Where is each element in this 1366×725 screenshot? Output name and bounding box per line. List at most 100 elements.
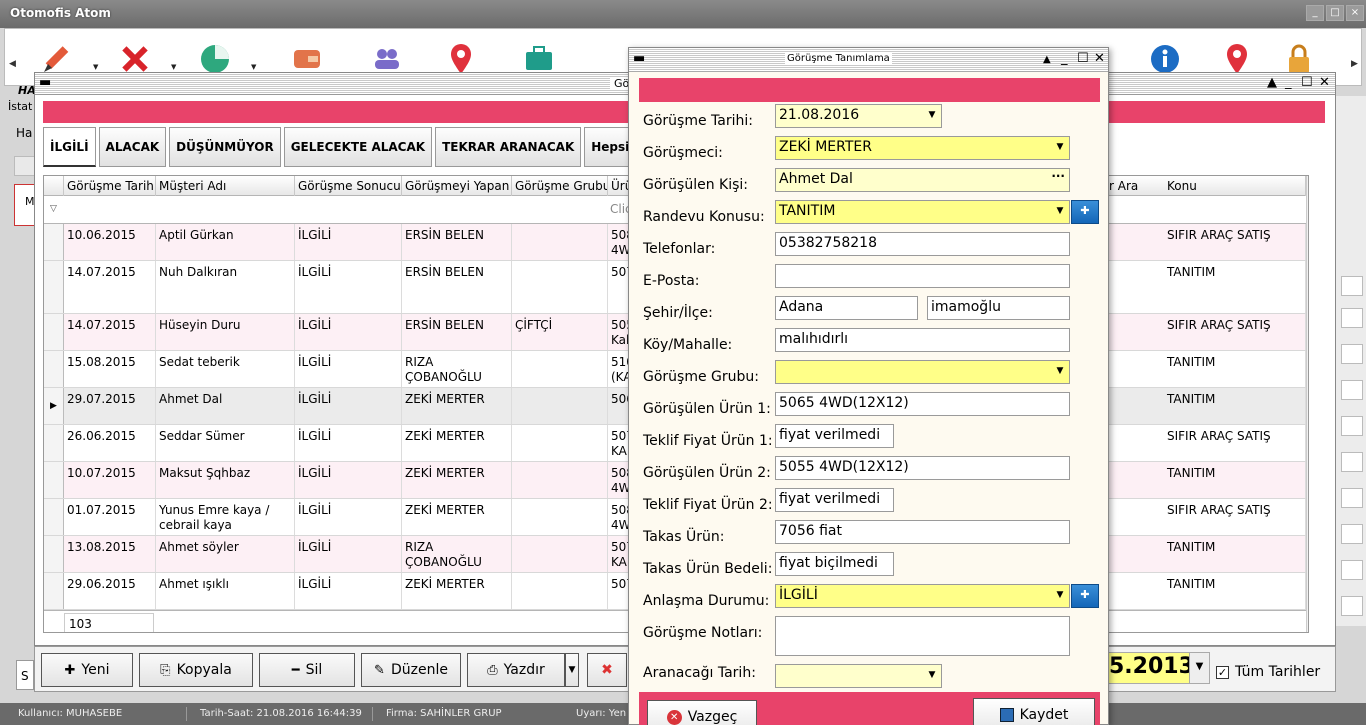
appointment-topic-select[interactable]: TANITIM ▼ — [775, 200, 1070, 224]
offer2-input[interactable]: fiyat verilmedi — [775, 488, 894, 512]
interview-date-field[interactable]: 21.08.2016 ▼ — [775, 104, 942, 128]
chevron-down-icon[interactable]: ▼ — [93, 63, 98, 71]
chevron-down-icon[interactable]: ▼ — [1051, 585, 1069, 607]
district-input[interactable]: imamoğlu — [927, 296, 1070, 320]
row-indicator[interactable] — [44, 261, 64, 313]
behind-right-box — [1341, 524, 1363, 544]
cancel-button[interactable]: ✕ Vazgeç — [647, 700, 757, 725]
status-datetime: Tarih-Saat: 21.08.2016 16:44:39 — [200, 708, 362, 719]
chevron-down-icon[interactable]: ▼ — [171, 63, 176, 71]
current-row-indicator-icon[interactable]: ▶ — [44, 388, 64, 424]
row-indicator[interactable] — [44, 425, 64, 461]
row-indicator[interactable] — [44, 499, 64, 535]
close-icon[interactable]: ✕ — [1319, 75, 1330, 90]
cell-customer: Maksut Şqhbaz — [156, 462, 295, 498]
column-header[interactable]: Görüşme Tarih — [64, 176, 156, 196]
chevron-down-icon[interactable]: ▼ — [1189, 653, 1209, 683]
dialog-button-bar: ✕ Vazgeç Kaydet — [639, 692, 1100, 725]
collapse-icon[interactable]: ▲ — [1043, 54, 1051, 65]
row-indicator[interactable] — [44, 536, 64, 572]
print-button-label: Yazdır — [503, 662, 545, 678]
close-action-button[interactable]: ✖ — [587, 653, 627, 687]
column-header[interactable]: r Ara — [1106, 176, 1164, 196]
chevron-down-icon[interactable]: ▼ — [1051, 361, 1069, 383]
column-header[interactable]: Görüşmeyi Yapan — [402, 176, 512, 196]
column-header[interactable]: Müşteri Adı — [156, 176, 295, 196]
maximize-icon[interactable]: ☐ — [1301, 75, 1313, 90]
column-header[interactable]: Görüşme Grubu — [512, 176, 608, 196]
chevron-down-icon[interactable]: ▼ — [923, 665, 941, 687]
person-field[interactable]: Ahmet Dal ··· — [775, 168, 1070, 192]
edit-button-label: Düzenle — [390, 662, 448, 678]
chevron-down-icon[interactable]: ▼ — [923, 105, 941, 127]
new-button[interactable]: ✚ Yeni — [41, 653, 133, 687]
column-header[interactable]: Konu — [1164, 176, 1306, 196]
date-filter-field[interactable]: 5.2013 ▼ — [1104, 652, 1210, 684]
behind-sub-label[interactable]: Ha — [16, 126, 32, 140]
ellipsis-icon[interactable]: ··· — [1051, 169, 1065, 183]
tab-alacak[interactable]: ALACAK — [98, 127, 167, 167]
product2-input[interactable]: 5055 4WD(12X12) — [775, 456, 1070, 480]
behind-right-box — [1341, 380, 1363, 400]
row-indicator[interactable] — [44, 351, 64, 387]
deal-status-select[interactable]: İLGİLİ ▼ — [775, 584, 1070, 608]
village-input[interactable]: malıhıdırlı — [775, 328, 1070, 352]
row-indicator[interactable] — [44, 462, 64, 498]
window-menu-icon[interactable]: ▬ — [39, 75, 51, 90]
ribbon-left-arrow-icon[interactable]: ◀ — [9, 59, 16, 69]
table-vertical-scrollbar[interactable]: ▲ ▼ — [1306, 176, 1308, 632]
cell-result: İLGİLİ — [295, 462, 402, 498]
minimize-button[interactable]: _ — [1306, 5, 1324, 21]
minimize-icon[interactable]: _ — [1285, 75, 1292, 90]
recall-date-field[interactable]: ▼ — [775, 664, 942, 688]
ribbon-right-arrow-icon[interactable]: ▶ — [1351, 59, 1358, 69]
chevron-down-icon[interactable]: ▼ — [1051, 137, 1069, 159]
maximize-icon[interactable]: ☐ — [1077, 51, 1089, 66]
copy-button[interactable]: ⎘ Kopyala — [139, 653, 253, 687]
interview-group-select[interactable]: ▼ — [775, 360, 1070, 384]
save-button[interactable]: Kaydet — [973, 698, 1095, 725]
filter-icon[interactable]: ▽ — [50, 204, 57, 214]
tab-ilgili[interactable]: İLGİLİ — [43, 127, 96, 167]
delete-button[interactable]: ━ Sil — [259, 653, 355, 687]
chevron-down-icon[interactable]: ▼ — [251, 63, 256, 71]
cell-by: ZEKİ MERTER — [402, 573, 512, 609]
all-dates-checkbox[interactable]: ✓ Tüm Tarihler — [1216, 664, 1320, 680]
close-icon[interactable]: ✕ — [1094, 51, 1105, 66]
collapse-icon[interactable]: ▲ — [1267, 75, 1277, 90]
behind-left-field[interactable]: S — [16, 660, 34, 690]
trade-value-input[interactable]: fiyat biçilmedi — [775, 552, 894, 576]
row-indicator[interactable] — [44, 314, 64, 350]
trade-input[interactable]: 7056 fiat — [775, 520, 1070, 544]
notes-textarea[interactable] — [775, 616, 1070, 656]
interviewer-select[interactable]: ZEKİ MERTER ▼ — [775, 136, 1070, 160]
tab-dusunmuyor[interactable]: DÜŞÜNMÜYOR — [169, 127, 281, 167]
add-topic-button[interactable]: ✚ — [1071, 200, 1099, 224]
print-dropdown-button[interactable]: ▼ — [565, 653, 579, 687]
close-button[interactable]: × — [1346, 5, 1364, 21]
cancel-icon: ✕ — [666, 709, 682, 725]
offer1-input[interactable]: fiyat verilmedi — [775, 424, 894, 448]
row-indicator-header — [44, 176, 64, 196]
column-header[interactable]: Görüşme Sonucu — [295, 176, 402, 196]
edit-button[interactable]: ✎ Düzenle — [361, 653, 461, 687]
phones-input[interactable]: 05382758218 — [775, 232, 1070, 256]
checkbox-check-icon[interactable]: ✓ — [1216, 665, 1229, 679]
tab-gelecekte-alacak[interactable]: GELECEKTE ALACAK — [283, 127, 433, 167]
product1-input[interactable]: 5065 4WD(12X12) — [775, 392, 1070, 416]
new-button-label: Yeni — [81, 662, 110, 678]
add-deal-status-button[interactable]: ✚ — [1071, 584, 1099, 608]
chevron-down-icon[interactable]: ▼ — [1051, 201, 1069, 223]
tab-tekrar-aranacak[interactable]: TEKRAR ARANACAK — [435, 127, 582, 167]
maximize-button[interactable]: □ — [1326, 5, 1344, 21]
row-indicator[interactable] — [44, 573, 64, 609]
topic-value: TANITIM — [779, 203, 836, 219]
cell-customer: Ahmet söyler — [156, 536, 295, 572]
print-button[interactable]: ⎙ Yazdır — [467, 653, 565, 687]
city-input[interactable]: Adana — [775, 296, 918, 320]
behind-tab-label[interactable]: İstat — [8, 100, 32, 113]
row-indicator[interactable] — [44, 224, 64, 260]
minimize-icon[interactable]: _ — [1061, 51, 1068, 66]
window-menu-icon[interactable]: ▬ — [633, 51, 645, 66]
email-input[interactable] — [775, 264, 1070, 288]
